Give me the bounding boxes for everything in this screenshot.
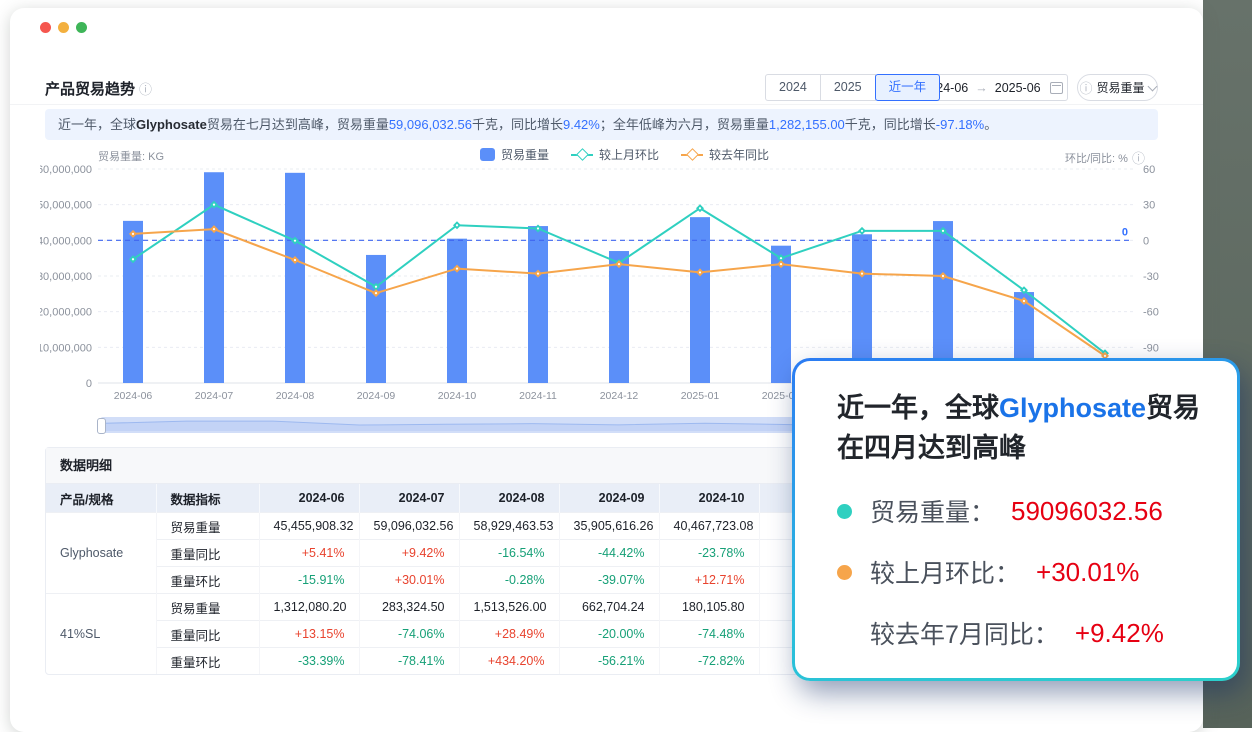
minimize-window-icon[interactable] (58, 22, 69, 33)
table-header-cell: 2024-07 (359, 484, 459, 513)
value-cell: -33.39% (259, 648, 359, 675)
value-cell: -16.54% (459, 540, 559, 567)
value-cell: -39.07% (559, 567, 659, 594)
title-info-icon[interactable]: ⓘ (139, 82, 152, 97)
metric-cell: 重量同比 (156, 540, 259, 567)
range-2024-button[interactable]: 2024 (765, 74, 821, 101)
metric-info-icon: ⓘ (1079, 78, 1092, 97)
value-cell: 59,096,032.56 (359, 513, 459, 540)
header-divider (10, 104, 1203, 105)
date-end: 2025-06 (995, 81, 1041, 95)
table-header-cell: 2024-10 (659, 484, 759, 513)
svg-text:2024-08: 2024-08 (276, 390, 315, 402)
value-cell: 1,312,080.20 (259, 594, 359, 621)
value-cell: -72.82% (659, 648, 759, 675)
metric-dropdown-label: 贸易重量 (1097, 79, 1145, 96)
svg-text:2024-07: 2024-07 (195, 390, 234, 402)
product-cell: Glyphosate (46, 513, 156, 594)
svg-text:2024-11: 2024-11 (519, 390, 557, 402)
calendar-icon (1050, 82, 1063, 94)
page-title: 产品贸易趋势ⓘ (45, 78, 152, 99)
value-cell: -23.78% (659, 540, 759, 567)
metric-cell: 贸易重量 (156, 594, 259, 621)
svg-text:20,000,000: 20,000,000 (40, 307, 92, 319)
value-cell: -0.28% (459, 567, 559, 594)
value-cell: -74.48% (659, 621, 759, 648)
product-cell: 41%SL (46, 594, 156, 675)
range-2025-button[interactable]: 2025 (820, 74, 876, 101)
value-cell: +12.71% (659, 567, 759, 594)
series-dot-blue-icon (837, 504, 852, 519)
chart-tooltip-card: 近一年，全球Glyphosate贸易在四月达到高峰 贸易重量： 59096032… (792, 358, 1240, 681)
tooltip-content: 近一年，全球Glyphosate贸易在四月达到高峰 贸易重量： 59096032… (795, 361, 1237, 678)
svg-text:-60: -60 (1143, 307, 1159, 319)
value-cell: -44.42% (559, 540, 659, 567)
summary-banner: 近一年，全球Glyphosate贸易在七月达到高峰，贸易重量59,096,032… (45, 109, 1158, 140)
svg-text:40,000,000: 40,000,000 (40, 235, 92, 247)
tooltip-item-mom: 较上月环比： +30.01% (837, 554, 1201, 590)
svg-text:30: 30 (1143, 200, 1155, 212)
series-dot-teal-icon (837, 565, 852, 580)
value-cell: +5.41% (259, 540, 359, 567)
value-cell: +13.15% (259, 621, 359, 648)
metric-cell: 贸易重量 (156, 513, 259, 540)
svg-text:0: 0 (1143, 235, 1149, 247)
svg-text:60,000,000: 60,000,000 (40, 164, 92, 176)
metric-cell: 重量环比 (156, 567, 259, 594)
table-header-cell: 2024-08 (459, 484, 559, 513)
svg-text:50,000,000: 50,000,000 (40, 200, 92, 212)
series-dot-orange-icon (837, 626, 852, 641)
window-controls (40, 22, 87, 33)
value-cell: -15.91% (259, 567, 359, 594)
value-cell: 1,513,526.00 (459, 594, 559, 621)
datazoom-left-handle[interactable] (97, 418, 106, 434)
value-cell: -78.41% (359, 648, 459, 675)
close-window-icon[interactable] (40, 22, 51, 33)
svg-text:2024-06: 2024-06 (114, 390, 153, 402)
table-header-cell: 产品/规格 (46, 484, 156, 513)
svg-text:-30: -30 (1143, 271, 1159, 283)
svg-text:-90: -90 (1143, 342, 1159, 354)
value-cell: 40,467,723.08 (659, 513, 759, 540)
value-cell: +30.01% (359, 567, 459, 594)
metric-dropdown[interactable]: ⓘ 贸易重量 (1077, 74, 1158, 101)
svg-text:2024-09: 2024-09 (357, 390, 396, 402)
svg-text:0: 0 (86, 378, 92, 390)
metric-cell: 重量环比 (156, 648, 259, 675)
maximize-window-icon[interactable] (76, 22, 87, 33)
value-cell: 180,105.80 (659, 594, 759, 621)
svg-text:2025-01: 2025-01 (681, 390, 720, 402)
svg-text:10,000,000: 10,000,000 (40, 342, 92, 354)
tooltip-item-trade-weight: 贸易重量： 59096032.56 (837, 493, 1201, 529)
table-header-cell: 数据指标 (156, 484, 259, 513)
arrow-right-icon: → (975, 81, 988, 95)
value-cell: 283,324.50 (359, 594, 459, 621)
value-cell: +9.42% (359, 540, 459, 567)
tooltip-item-yoy: 较去年7月同比： +9.42% (837, 615, 1201, 651)
table-header-cell: 2024-09 (559, 484, 659, 513)
value-cell: -20.00% (559, 621, 659, 648)
svg-text:0: 0 (1122, 226, 1128, 238)
metric-cell: 重量同比 (156, 621, 259, 648)
svg-text:30,000,000: 30,000,000 (40, 271, 92, 283)
time-range-segmented-control: 2024 2025 近一年 (765, 74, 940, 101)
value-cell: +434.20% (459, 648, 559, 675)
svg-text:60: 60 (1143, 164, 1155, 176)
value-cell: 58,929,463.53 (459, 513, 559, 540)
tooltip-title: 近一年，全球Glyphosate贸易在四月达到高峰 (837, 388, 1215, 468)
table-header-cell: 2024-06 (259, 484, 359, 513)
value-cell: -74.06% (359, 621, 459, 648)
value-cell: 35,905,616.26 (559, 513, 659, 540)
range-recent-year-button[interactable]: 近一年 (875, 74, 941, 101)
chevron-down-icon (1147, 81, 1157, 91)
value-cell: 662,704.24 (559, 594, 659, 621)
value-cell: 45,455,908.32 (259, 513, 359, 540)
value-cell: -56.21% (559, 648, 659, 675)
value-cell: +28.49% (459, 621, 559, 648)
svg-text:2024-12: 2024-12 (600, 390, 639, 402)
svg-text:2024-10: 2024-10 (438, 390, 477, 402)
